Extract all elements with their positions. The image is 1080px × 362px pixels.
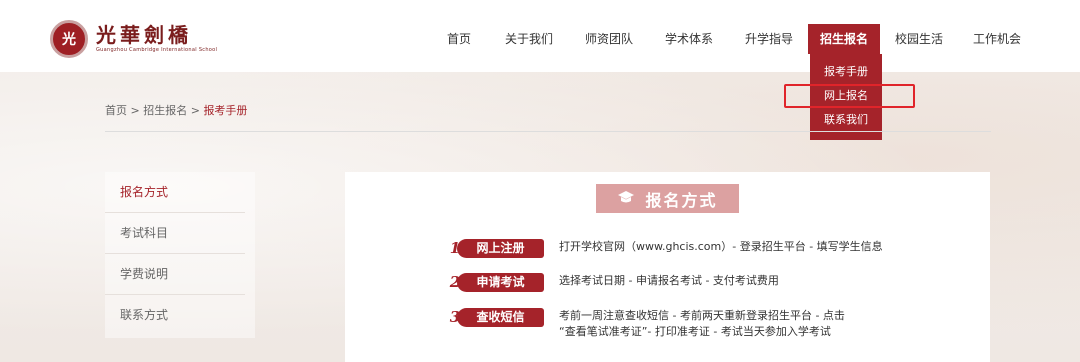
sidebar-item-exam-subjects[interactable]: 考试科目 [105, 213, 245, 254]
divider [105, 131, 991, 132]
step-number: 1 [449, 239, 461, 257]
sidebar: 报名方式 考试科目 学费说明 联系方式 [105, 172, 255, 338]
sidebar-item-tuition[interactable]: 学费说明 [105, 254, 245, 295]
logo-english-name: Guangzhou Cambridge International School [96, 47, 218, 53]
breadcrumb: 首页 > 招生报名 > 报考手册 [105, 102, 247, 118]
step-badge: 查收短信 3 [446, 308, 544, 327]
step-description-line: 考前一周注意查收短信 - 考前两天重新登录招生平台 - 点击 [559, 309, 845, 322]
step-label: 申请考试 [457, 273, 544, 292]
highlight-box [784, 84, 915, 108]
nav-item-careers[interactable]: 工作机会 [971, 19, 1023, 59]
step-number: 3 [449, 308, 461, 326]
step-1: 网上注册 1 打开学校官网（www.ghcis.com）- 登录招生平台 - 填… [446, 239, 883, 258]
step-description: 选择考试日期 - 申请报名考试 - 支付考试费用 [559, 274, 779, 287]
step-label: 查收短信 [457, 308, 544, 327]
sidebar-item-contact[interactable]: 联系方式 [105, 295, 245, 336]
breadcrumb-section[interactable]: 招生报名 [143, 104, 187, 117]
breadcrumb-separator: > [130, 104, 140, 117]
step-description: 打开学校官网（www.ghcis.com）- 登录招生平台 - 填写学生信息 [559, 240, 883, 253]
step-badge: 申请考试 2 [446, 273, 544, 292]
nav-item-college-counseling[interactable]: 升学指导 [743, 19, 795, 59]
nav-item-about[interactable]: 关于我们 [503, 19, 555, 59]
breadcrumb-home[interactable]: 首页 [105, 104, 127, 117]
breadcrumb-separator: > [190, 104, 200, 117]
nav-item-academics[interactable]: 学术体系 [663, 19, 715, 59]
nav-item-admissions[interactable]: 招生报名 [808, 24, 880, 54]
site-header: 光 光華劍橋 Guangzhou Cambridge International… [0, 0, 1080, 72]
main-nav: 首页 关于我们 师资团队 学术体系 升学指导 招生报名 校园生活 工作机会 [440, 0, 1023, 72]
dropdown-item-handbook[interactable]: 报考手册 [810, 60, 882, 84]
breadcrumb-current: 报考手册 [203, 104, 248, 117]
step-label: 网上注册 [457, 239, 544, 258]
step-number: 2 [449, 273, 461, 291]
section-title-text: 报名方式 [645, 190, 718, 210]
content-panel: 报名方式 网上注册 1 打开学校官网（www.ghcis.com）- 登录招生平… [345, 172, 990, 362]
school-logo[interactable]: 光 光華劍橋 Guangzhou Cambridge International… [50, 20, 217, 58]
step-3: 查收短信 3 考前一周注意查收短信 - 考前两天重新登录招生平台 - 点击 “查… [446, 308, 845, 340]
school-seal-icon: 光 [50, 20, 88, 58]
nav-item-faculty[interactable]: 师资团队 [583, 19, 635, 59]
sidebar-item-application-method[interactable]: 报名方式 [105, 172, 245, 213]
step-description: 考前一周注意查收短信 - 考前两天重新登录招生平台 - 点击 “查看笔试准考证”… [559, 308, 845, 340]
dropdown-item-contact[interactable]: 联系我们 [810, 108, 882, 132]
step-badge: 网上注册 1 [446, 239, 544, 258]
step-description-line: “查看笔试准考证”- 打印准考证 - 考试当天参加入学考试 [559, 325, 831, 338]
nav-item-home[interactable]: 首页 [440, 19, 478, 59]
section-title: 报名方式 [596, 184, 739, 213]
nav-item-campus-life[interactable]: 校园生活 [893, 19, 945, 59]
logo-text: 光華劍橋 Guangzhou Cambridge International S… [96, 24, 217, 54]
graduation-cap-icon [617, 189, 635, 208]
logo-chinese-name: 光華劍橋 [96, 23, 192, 47]
step-2: 申请考试 2 选择考试日期 - 申请报名考试 - 支付考试费用 [446, 273, 779, 292]
